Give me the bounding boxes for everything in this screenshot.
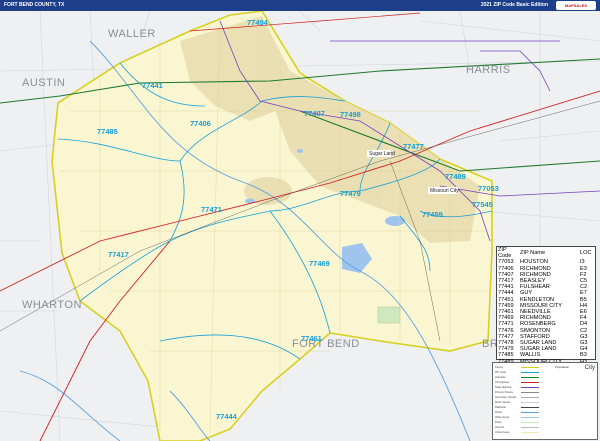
legend-label: US Highway (495, 381, 510, 384)
legend-swatch (521, 392, 539, 394)
legend-label: County (495, 366, 504, 369)
title-bar: FORT BEND COUNTY, TX 2021 ZIP Code Basic… (0, 0, 600, 11)
legend-row: County (495, 366, 555, 369)
zip-label: 77498 (340, 110, 361, 119)
legend-swatch (521, 377, 539, 379)
zip-label: 77477 (403, 142, 424, 151)
legend-label: Parks (495, 421, 502, 424)
table-row: 77406 RICHMOND E3 (497, 266, 595, 272)
park-area (377, 306, 401, 324)
legend-swatch (521, 372, 539, 374)
legend-row: Airports (495, 426, 555, 429)
legend-city-sample: City (584, 365, 595, 371)
legend-label: Railroads (495, 406, 506, 409)
zip-label: 77407 (304, 109, 325, 118)
county-label-austin: AUSTIN (22, 77, 65, 89)
zip-label: 77485 (97, 127, 118, 136)
table-row: 77476 SIMONTON C2 (497, 328, 595, 334)
zip-code-table: ZIP Code ZIP Name LOC 77053 HOUSTON I3 7740… (496, 246, 596, 383)
legend-label: Interstate (495, 376, 506, 379)
legend-swatch (521, 367, 539, 369)
zip-label: 77459 (422, 210, 443, 219)
legend-row: Urban Areas (495, 431, 555, 434)
brand-logo: MAPSALES (556, 1, 596, 10)
table-row: 77451 KENDLETON B5 (497, 297, 595, 303)
zip-label: 77479 (340, 189, 361, 198)
county-label-wharton: WHARTON (22, 299, 82, 311)
table-row: 77053 HOUSTON I3 (497, 259, 595, 265)
legend-swatch (521, 427, 539, 429)
legend-swatch (521, 412, 539, 414)
zip-label: 77406 (190, 119, 211, 128)
table-row: 77471 ROSENBERG D4 (497, 321, 595, 327)
legend-label: Primary Streets (495, 391, 513, 394)
county-label-waller: WALLER (108, 28, 156, 40)
column-header: LOC (580, 250, 592, 257)
legend-row: US Highway (495, 381, 555, 384)
legend-label: Rivers (495, 411, 503, 414)
legend-swatch (521, 387, 539, 389)
legend-swatch (521, 397, 539, 399)
legend-label: ZIP Code (495, 371, 506, 374)
map-subtitle: 2021 ZIP Code Basic Edition (480, 2, 548, 8)
legend-label: Water Areas (495, 416, 510, 419)
legend-swatch (521, 417, 539, 419)
legend-row: Primary Streets (495, 391, 555, 394)
legend-label: Urban Areas (495, 431, 510, 434)
zip-label: 77489 (445, 172, 466, 181)
legend-row: Interstate (495, 376, 555, 379)
legend-swatch (521, 407, 539, 409)
legend-label: Minor Streets (495, 401, 511, 404)
legend-label: Secondary Streets (495, 396, 517, 399)
legend-row: Water Areas (495, 416, 555, 419)
legend-row: Secondary Streets (495, 396, 555, 399)
zip-label: 77461 (301, 334, 322, 343)
zip-label: 77545 (472, 200, 493, 209)
zip-label: 77053 (478, 184, 499, 193)
map-legend: Population City County ZIP Code Interstate… (492, 362, 598, 440)
city-label-missouri-city: Missouri City (430, 188, 459, 194)
zip-label: 77471 (201, 205, 222, 214)
column-header: ZIP Code (498, 247, 512, 260)
map-title: FORT BEND COUNTY, TX (4, 2, 65, 8)
zip-label: 77494 (247, 18, 269, 27)
legend-swatch (521, 432, 539, 434)
legend-swatch (521, 402, 539, 404)
zip-label: 77444 (216, 412, 238, 421)
city-label-sugar-land: Sugar Land (369, 151, 395, 157)
legend-label: State Highway (495, 386, 512, 389)
legend-row: Rivers (495, 411, 555, 414)
legend-row: Parks (495, 421, 555, 424)
legend-swatch (521, 382, 539, 384)
legend-label: Airports (495, 426, 504, 429)
legend-row: State Highway (495, 386, 555, 389)
legend-row: ZIP Code (495, 371, 555, 374)
map-page: FORT BEND COUNTY, TX 2021 ZIP Code Basic… (0, 0, 600, 441)
column-header: ZIP Name (520, 250, 546, 257)
legend-row: Railroads (495, 406, 555, 409)
legend-swatch (521, 422, 539, 424)
county-label-harris: HARRIS (466, 64, 511, 76)
table-header-row: ZIP Code ZIP Name LOC (497, 247, 595, 259)
population-note: Population (555, 365, 570, 369)
zip-label: 77469 (309, 259, 330, 268)
zip-label: 77417 (108, 250, 129, 259)
legend-row: Minor Streets (495, 401, 555, 404)
zip-label: 77441 (142, 81, 163, 90)
